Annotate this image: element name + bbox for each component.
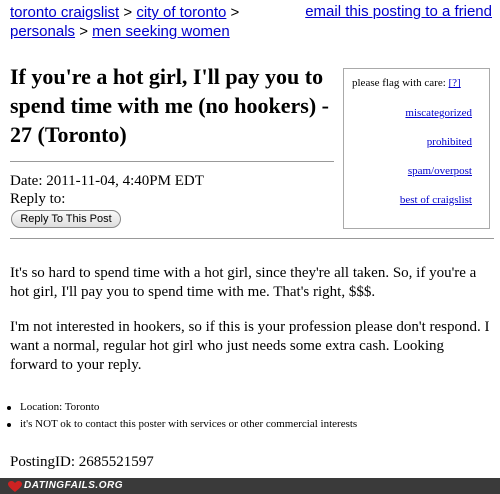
posting-title: If you're a hot girl, I'll pay you to sp… [10,64,329,147]
email-posting-link[interactable]: email this posting to a friend [305,3,492,20]
commercial-notice-item: it's NOT ok to contact this poster with … [4,416,357,433]
breadcrumb-site-link[interactable]: toronto craigslist [10,4,119,21]
breadcrumb: toronto craigslist > city of toronto > p… [10,3,250,41]
breadcrumb-city-link[interactable]: city of toronto [136,4,226,21]
posting-id: PostingID: 2685521597 [10,454,154,470]
flag-best-of-link[interactable]: best of craigslist [400,194,472,206]
location-item: Location: Toronto [4,399,357,416]
flag-help-link[interactable]: [?] [449,77,461,89]
flag-miscategorized-link[interactable]: miscategorized [405,107,472,119]
breadcrumb-category-link[interactable]: men seeking women [92,23,230,40]
posting-details-list: Location: Toronto it's NOT ok to contact… [4,399,357,433]
flag-prohibited-link[interactable]: prohibited [427,136,472,148]
logo-text: DATINGFAILS.ORG [24,480,123,491]
flag-spam-link[interactable]: spam/overpost [408,165,472,177]
reply-button[interactable]: Reply To This Post [11,210,121,228]
reply-to-label: Reply to: [10,191,66,207]
posting-date: Date: 2011-11-04, 4:40PM EDT [10,173,204,189]
flag-header-label: please flag with care: [352,77,446,89]
breadcrumb-separator: > [79,23,88,40]
posting-body-paragraph: I'm not interested in hookers, so if thi… [10,319,490,373]
breadcrumb-separator: > [230,4,240,21]
divider [10,238,494,239]
flag-box: please flag with care: [?] miscategorize… [343,68,490,229]
posting-body-paragraph: It's so hard to spend time with a hot gi… [10,265,477,300]
heart-icon [8,481,22,492]
flag-header: please flag with care: [?] [352,77,461,89]
divider [10,161,334,162]
breadcrumb-section-link[interactable]: personals [10,23,75,40]
watermark-bar: DATINGFAILS.ORG [0,478,500,494]
breadcrumb-separator: > [123,4,133,21]
